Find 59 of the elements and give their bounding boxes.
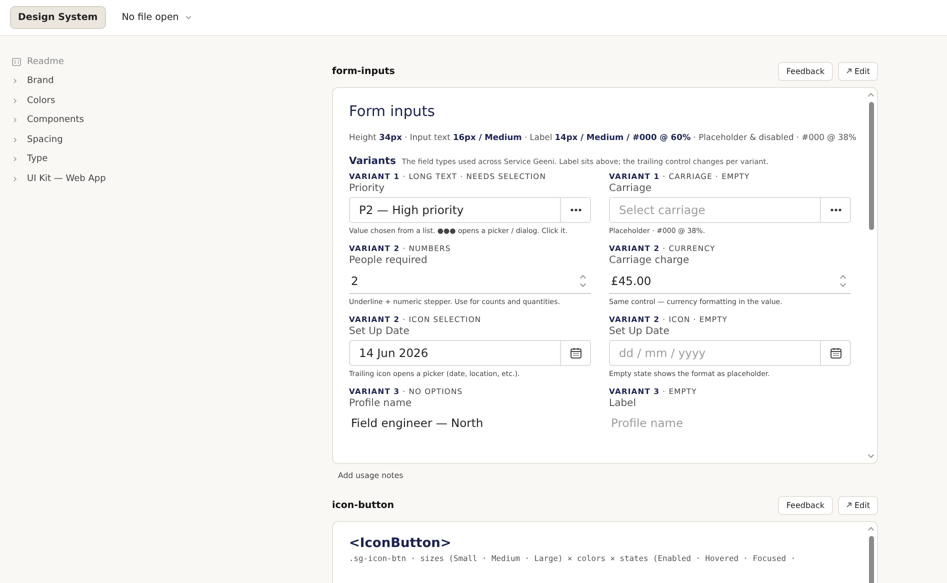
card-title: <IconButton> [349, 536, 452, 551]
sidebar-item[interactable]: Type [12, 152, 332, 167]
input-field[interactable]: Profile name [609, 416, 851, 430]
arrow-icon [846, 68, 852, 74]
document-icon [12, 58, 21, 66]
field-label: People required [349, 255, 428, 266]
field-label: Priority [349, 183, 386, 194]
edit-button[interactable]: Edit [838, 62, 878, 80]
chevron-icon [12, 136, 18, 143]
field-label: Carriage [609, 183, 653, 194]
card-title: Form inputs [349, 104, 436, 120]
chevron-icon [12, 117, 18, 124]
input-field[interactable]: 14 Jun 2026 [349, 340, 591, 366]
text-input[interactable]: 14 Jun 2026 [350, 341, 560, 365]
section-name: form-inputs [332, 66, 395, 76]
field-label: Set Up Date [349, 326, 410, 337]
sidebar-item[interactable]: Colors [12, 93, 332, 108]
arrow-icon [846, 502, 852, 508]
up-icon [867, 91, 875, 99]
calendar-icon [830, 347, 842, 359]
more-icon [830, 208, 842, 212]
variants-heading: Variants [349, 156, 396, 167]
feedback-button[interactable]: Feedback [778, 62, 832, 80]
field-label: Profile name [349, 398, 413, 409]
text-input[interactable]: P2 — High priority [350, 198, 560, 222]
workspace-tab[interactable]: Design System [10, 6, 106, 29]
input-field[interactable]: Field engineer — North [349, 416, 591, 430]
text-input[interactable]: Select carriage [610, 198, 820, 222]
sidebar-item[interactable]: Components [12, 112, 332, 128]
chevron-icon [12, 156, 18, 162]
chevron-icon [12, 176, 18, 182]
section-name: icon-button [332, 500, 394, 510]
down-icon [839, 281, 847, 289]
up-icon [839, 273, 847, 281]
caret-icon [184, 14, 192, 21]
down-icon [867, 452, 875, 460]
sidebar-item[interactable]: Brand [12, 74, 332, 89]
feedback-button[interactable]: Feedback [778, 496, 832, 514]
up-icon [867, 525, 875, 533]
input-field[interactable]: 2 [349, 274, 575, 288]
input-field[interactable]: £45.00 [609, 274, 835, 288]
text-input[interactable]: dd / mm / yyyy [610, 341, 820, 365]
field-label: Label [609, 398, 637, 409]
down-icon [579, 281, 587, 289]
file-dropdown[interactable]: No file open [118, 8, 196, 27]
input-field[interactable]: Select carriage [609, 197, 851, 223]
sidebar-item[interactable]: Spacing [12, 132, 332, 148]
edit-button[interactable]: Edit [838, 496, 878, 514]
field-label: Carriage charge [609, 255, 690, 266]
up-icon [579, 273, 587, 281]
calendar-icon [570, 347, 582, 359]
sidebar-item[interactable]: UI Kit — Web App [12, 171, 332, 186]
chevron-icon [12, 98, 18, 104]
field-label: Set Up Date [609, 326, 670, 337]
more-icon [570, 208, 582, 212]
spec-line: Height 34px · Input text 16px / Medium · Label 14px / Medium / #000 @ 60% · Placeholder & disabled · #000 @ 38% [349, 132, 858, 142]
input-field[interactable]: P2 — High priority [349, 197, 591, 223]
input-field[interactable]: dd / mm / yyyy [609, 340, 851, 366]
chevron-icon [12, 78, 18, 84]
